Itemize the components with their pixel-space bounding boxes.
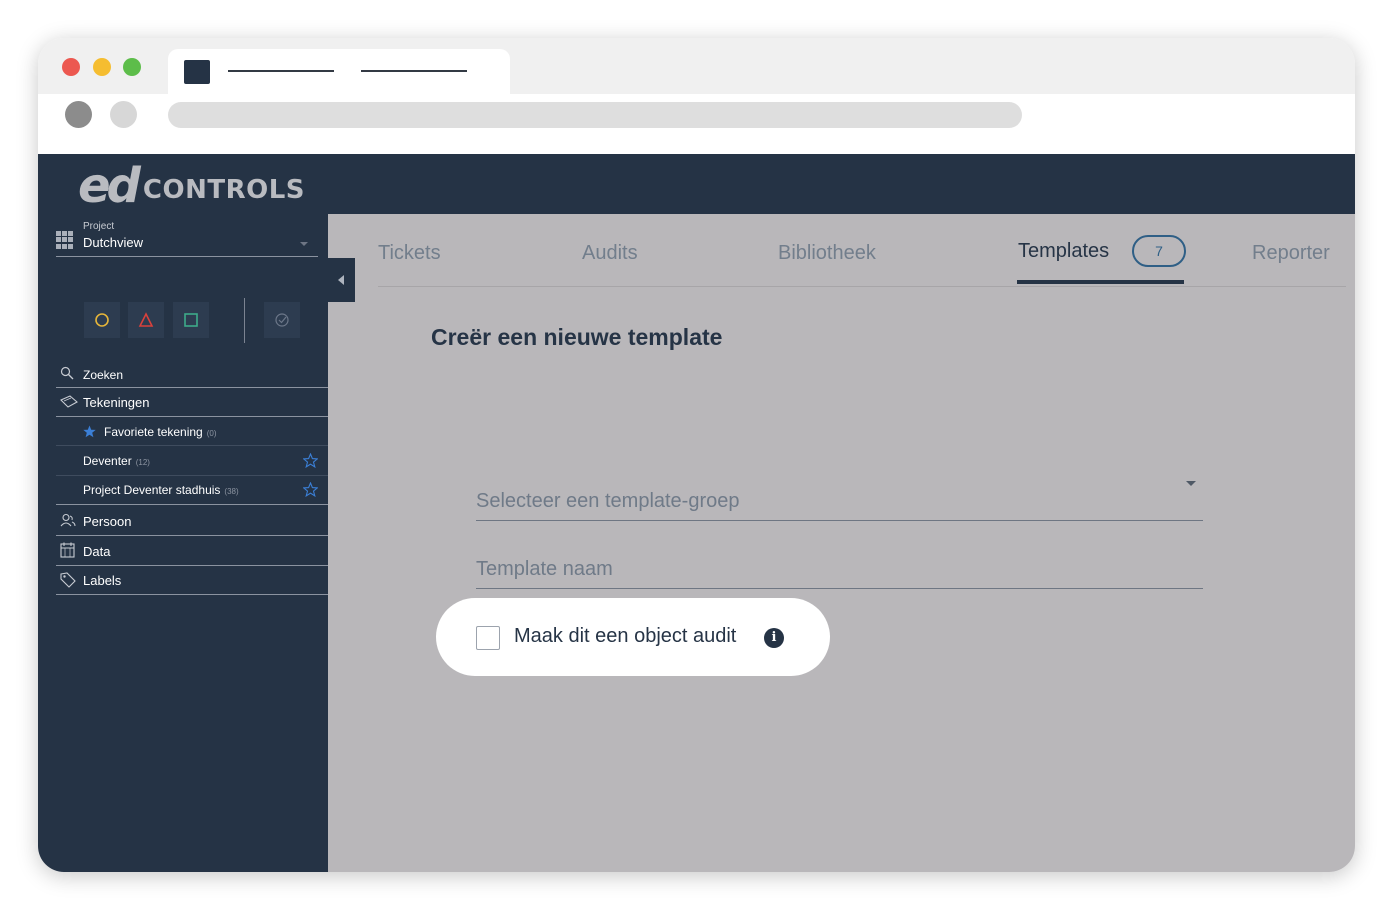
forward-button[interactable]: [110, 101, 137, 128]
circle-icon: [95, 313, 109, 327]
star-outline-icon[interactable]: [303, 482, 318, 497]
object-audit-highlight: Maak dit een object audit i: [436, 598, 830, 676]
sidebar-item-search[interactable]: Zoeken: [56, 361, 328, 388]
sidebar-subitem-deventer-stadhuis[interactable]: Project Deventer stadhuis (38): [56, 476, 328, 505]
sidebar-item-labels[interactable]: Labels: [56, 566, 328, 595]
person-icon: [60, 513, 76, 527]
item-count: (38): [224, 487, 239, 496]
object-audit-checkbox[interactable]: [476, 626, 500, 650]
address-bar[interactable]: [168, 102, 1022, 128]
sidebar-item-label: Data: [83, 544, 111, 559]
tab-reporter[interactable]: Reporter: [1252, 242, 1330, 265]
minimize-window-button[interactable]: [93, 58, 111, 76]
object-audit-label[interactable]: Maak dit een object audit: [514, 625, 736, 648]
sidebar-collapse-button[interactable]: [328, 258, 355, 302]
browser-toolbar: [38, 94, 1355, 154]
maximize-window-button[interactable]: [123, 58, 141, 76]
template-name-placeholder: Template naam: [476, 558, 613, 580]
ed-controls-logo[interactable]: ed CONTROLS: [78, 162, 305, 210]
apps-grid-icon: [56, 231, 74, 249]
tab-tickets[interactable]: Tickets: [378, 242, 441, 265]
project-label: Project: [83, 221, 115, 232]
template-group-select[interactable]: Selecteer een template-groep: [476, 444, 1203, 521]
tab-audits[interactable]: Audits: [582, 242, 638, 265]
tag-icon: [60, 572, 76, 588]
project-selector[interactable]: Project Dutchview: [56, 220, 318, 257]
page-title: Creër een nieuwe template: [431, 324, 723, 350]
chevron-left-icon: [338, 275, 344, 285]
sidebar-subitem-favorites[interactable]: Favoriete tekening (0): [56, 417, 328, 446]
filter-square-button[interactable]: [173, 302, 209, 338]
tab-title-placeholder: [361, 70, 467, 72]
sidebar-item-label: Persoon: [83, 514, 132, 529]
tab-library[interactable]: Bibliotheek: [778, 242, 876, 265]
main-content: Tickets Audits Bibliotheek Templates 7 R…: [328, 214, 1355, 872]
sidebar-item-drawings[interactable]: Tekeningen: [56, 388, 328, 417]
divider: [244, 298, 245, 343]
sidebar-item-data[interactable]: Data: [56, 536, 328, 566]
browser-tab-bar: [38, 38, 1355, 94]
chevron-down-icon: [1186, 481, 1196, 486]
info-icon[interactable]: i: [764, 628, 784, 648]
browser-tab[interactable]: [168, 49, 510, 94]
chevron-down-icon: [300, 242, 308, 246]
logo-text: CONTROLS: [142, 175, 306, 205]
browser-window: ed CONTROLS Project Dutchview Zoeken Tek…: [38, 38, 1355, 872]
logo-mark: ed: [78, 158, 141, 214]
item-count: (0): [206, 429, 217, 438]
search-icon: [60, 366, 74, 380]
sidebar-subitem-label: Project Deventer stadhuis: [83, 483, 221, 497]
project-name: Dutchview: [83, 235, 143, 250]
sidebar-item-person[interactable]: Persoon: [56, 506, 328, 536]
filter-checked-button[interactable]: [264, 302, 300, 338]
sidebar-subitem-label: Deventer: [83, 454, 132, 468]
filter-triangle-button[interactable]: [128, 302, 164, 338]
drawing-icon: [60, 395, 78, 408]
tab-bar: Tickets Audits Bibliotheek Templates 7 R…: [378, 214, 1346, 287]
square-icon: [184, 313, 198, 327]
favicon-icon: [184, 60, 210, 84]
sidebar-subitem-deventer[interactable]: Deventer (12): [56, 446, 328, 476]
check-circle-icon: [275, 313, 289, 327]
app-header: ed CONTROLS: [38, 154, 1355, 214]
back-button[interactable]: [65, 101, 92, 128]
sidebar-subitem-label: Favoriete tekening: [104, 425, 203, 439]
star-filled-icon: [83, 425, 96, 438]
sidebar-item-label: Labels: [83, 573, 122, 588]
tab-templates[interactable]: Templates: [1018, 240, 1109, 263]
calendar-icon: [60, 542, 75, 558]
active-tab-indicator: [1017, 280, 1184, 284]
close-window-button[interactable]: [62, 58, 80, 76]
star-outline-icon[interactable]: [303, 453, 318, 468]
sidebar: Project Dutchview Zoeken Tekeningen Favo…: [38, 214, 328, 872]
filter-circle-button[interactable]: [84, 302, 120, 338]
triangle-icon: [138, 312, 154, 327]
templates-count-badge: 7: [1132, 235, 1186, 267]
sidebar-item-label: Tekeningen: [83, 395, 150, 410]
sidebar-item-label: Zoeken: [83, 368, 124, 382]
item-count: (12): [135, 458, 150, 467]
template-name-input[interactable]: Template naam: [476, 534, 1203, 589]
tab-title-placeholder: [228, 70, 334, 72]
template-group-placeholder: Selecteer een template-groep: [476, 490, 740, 512]
